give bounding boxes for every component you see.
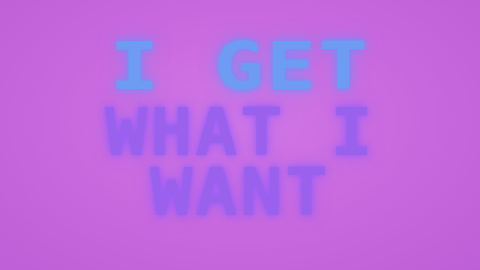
neon-text-canvas: I GET WHAT I WANT	[0, 0, 480, 270]
text-line-want: WANT	[149, 154, 331, 231]
text-line-i-get: I GET	[109, 28, 371, 105]
